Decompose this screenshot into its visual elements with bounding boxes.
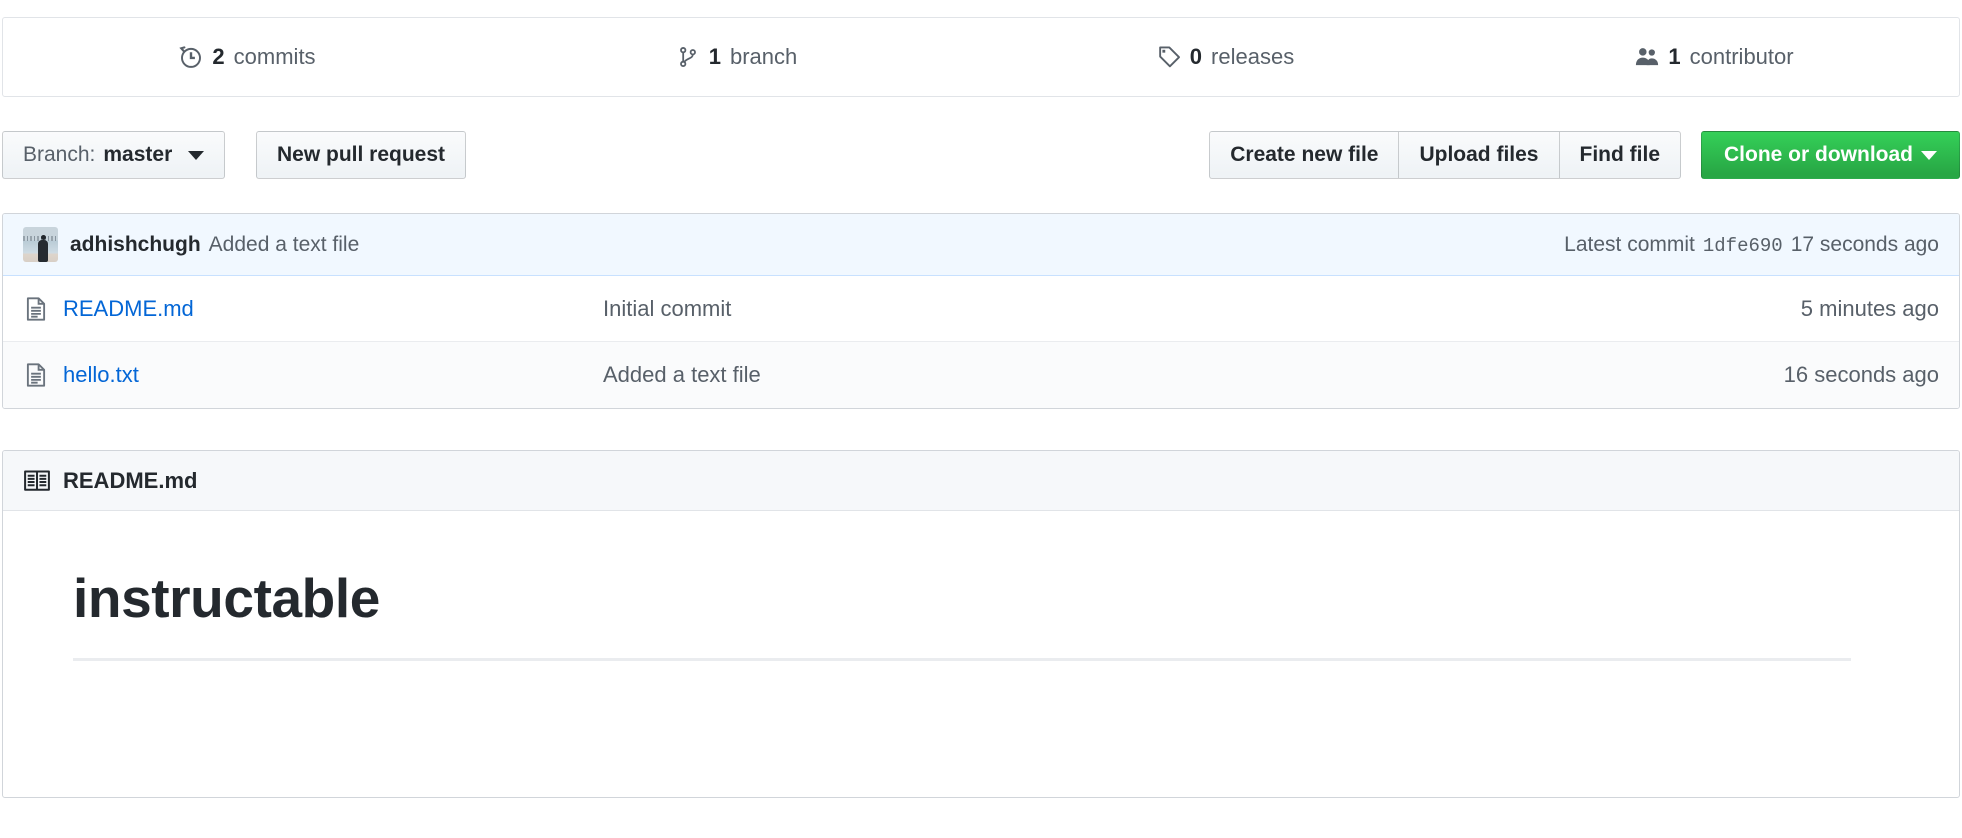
file-name-link[interactable]: README.md xyxy=(63,296,603,322)
stat-contributors-count: 1 xyxy=(1668,44,1681,69)
file-icon xyxy=(23,362,49,388)
readme-divider xyxy=(73,658,1851,662)
file-list-box: adhishchugh Added a text file Latest com… xyxy=(2,213,1960,409)
stat-contributors-label: contributor xyxy=(1689,44,1794,69)
book-icon xyxy=(23,467,51,495)
git-branch-icon xyxy=(676,45,700,69)
latest-commit-meta: Latest commit 1dfe690 17 seconds ago xyxy=(1564,233,1939,257)
commit-author-link[interactable]: adhishchugh xyxy=(70,233,201,257)
history-icon xyxy=(179,45,203,69)
avatar xyxy=(23,227,58,262)
branch-select-value: master xyxy=(103,143,173,166)
readme-box: README.md instructable xyxy=(2,450,1960,798)
chevron-down-icon xyxy=(1921,150,1937,160)
stat-releases-count: 0 xyxy=(1189,44,1203,69)
tag-icon xyxy=(1157,45,1181,69)
table-row[interactable]: hello.txt Added a text file 16 seconds a… xyxy=(3,342,1959,408)
latest-commit-age: 17 seconds ago xyxy=(1790,232,1939,256)
repository-page: 2 commits 1 branch 0 releases 1 contribu… xyxy=(0,0,1962,838)
repository-stats-bar: 2 commits 1 branch 0 releases 1 contribu… xyxy=(2,17,1960,97)
stat-branches[interactable]: 1 branch xyxy=(492,45,981,69)
find-file-button[interactable]: Find file xyxy=(1558,131,1681,179)
chevron-down-icon xyxy=(188,150,205,160)
stat-commits[interactable]: 2 commits xyxy=(3,45,492,69)
file-actions-button-group: Create new file Upload files Find file xyxy=(1209,131,1681,179)
file-commit-message[interactable]: Initial commit xyxy=(603,296,1801,322)
new-pull-request-button[interactable]: New pull request xyxy=(256,131,467,179)
file-commit-message[interactable]: Added a text file xyxy=(603,362,1784,388)
stat-commits-label: commits xyxy=(233,44,316,69)
repository-toolbar: Branch: master New pull request Create n… xyxy=(2,131,1960,179)
clone-or-download-label: Clone or download xyxy=(1724,143,1913,166)
file-age: 16 seconds ago xyxy=(1783,362,1939,387)
stat-branches-label: branch xyxy=(729,44,798,69)
commit-message-link[interactable]: Added a text file xyxy=(209,233,360,257)
readme-heading: instructable xyxy=(73,567,380,629)
stat-releases[interactable]: 0 releases xyxy=(981,45,1470,69)
branch-select-prefix: Branch: xyxy=(23,143,96,166)
upload-files-button[interactable]: Upload files xyxy=(1398,131,1559,179)
latest-commit-prefix: Latest commit xyxy=(1564,232,1695,256)
readme-title: README.md xyxy=(63,467,198,493)
people-icon xyxy=(1635,45,1659,69)
stat-contributors[interactable]: 1 contributor xyxy=(1470,45,1959,69)
clone-or-download-button[interactable]: Clone or download xyxy=(1701,131,1960,179)
stat-releases-label: releases xyxy=(1211,44,1295,69)
table-row[interactable]: README.md Initial commit 5 minutes ago xyxy=(3,276,1959,342)
commit-sha-link[interactable]: 1dfe690 xyxy=(1703,235,1783,257)
latest-commit-row: adhishchugh Added a text file Latest com… xyxy=(3,214,1959,276)
readme-content: instructable xyxy=(3,511,1959,662)
stat-commits-count: 2 xyxy=(212,44,225,69)
file-age: 5 minutes ago xyxy=(1800,295,1939,321)
file-name-link[interactable]: hello.txt xyxy=(63,362,603,388)
create-new-file-button[interactable]: Create new file xyxy=(1209,131,1399,179)
readme-header: README.md xyxy=(3,451,1959,511)
file-icon xyxy=(23,296,49,322)
branch-select-button[interactable]: Branch: master xyxy=(2,131,226,179)
stat-branches-count: 1 xyxy=(708,44,721,69)
